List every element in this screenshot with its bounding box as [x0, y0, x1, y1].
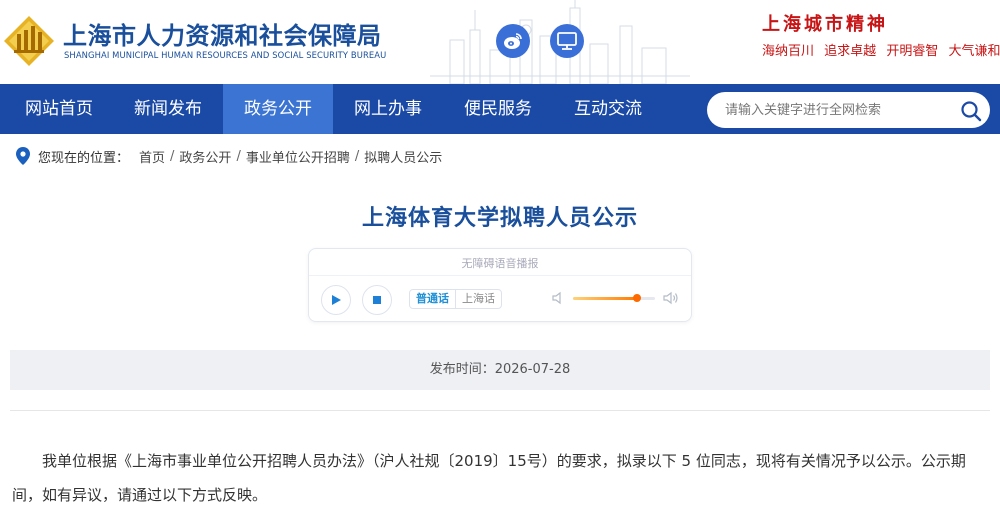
volume-high-icon — [663, 291, 678, 305]
play-icon — [332, 295, 341, 305]
nav-home[interactable]: 网站首页 — [0, 84, 118, 134]
search-icon[interactable] — [960, 100, 982, 122]
article-paragraph: 我单位根据《上海市事业单位公开招聘人员办法》（沪人社规〔2019〕15号）的要求… — [12, 452, 966, 504]
breadcrumb: 您现在的位置： 首页 / 政务公开 / 事业单位公开招聘 / 拟聘人员公示 — [16, 146, 442, 166]
breadcrumb-government-affairs[interactable]: 政务公开 — [179, 147, 231, 166]
nav-citizen-services[interactable]: 便民服务 — [443, 84, 553, 134]
spirit-word: 大气谦和 — [948, 44, 1000, 59]
weibo-icon[interactable] — [496, 24, 530, 58]
lang-mandarin-button[interactable]: 普通话 — [410, 290, 455, 308]
search-input[interactable] — [725, 100, 945, 120]
article-title: 上海体育大学拟聘人员公示 — [361, 206, 638, 231]
article-body: 我单位根据《上海市事业单位公开招聘人员办法》（沪人社规〔2019〕15号）的要求… — [12, 444, 990, 508]
lang-shanghainese-button[interactable]: 上海话 — [455, 290, 501, 308]
nav-online-services[interactable]: 网上办事 — [333, 84, 443, 134]
computer-icon[interactable] — [550, 24, 584, 58]
publish-info-bar: 发布时间：2026-07-28 — [10, 350, 990, 390]
breadcrumb-label: 您现在的位置： — [38, 150, 130, 166]
breadcrumb-separator: / — [354, 148, 360, 164]
stop-icon — [373, 296, 381, 304]
bureau-logo — [4, 16, 54, 66]
breadcrumb-current[interactable]: 拟聘人员公示 — [364, 147, 442, 166]
volume-slider[interactable] — [573, 294, 655, 302]
publish-label: 发布时间： — [429, 362, 495, 377]
volume-handle[interactable] — [632, 294, 641, 302]
site-title: 上海市人力资源和社会保障局 — [63, 22, 382, 50]
nav-news[interactable]: 新闻发布 — [113, 84, 223, 134]
audio-player: 无障碍语音播报 普通话 上海话 — [308, 248, 692, 322]
breadcrumb-home[interactable]: 首页 — [139, 147, 165, 166]
volume-fill — [573, 297, 637, 300]
volume-low-icon — [552, 291, 561, 305]
spirit-word: 开明睿智 — [886, 44, 939, 59]
search-box — [707, 92, 990, 128]
stop-button[interactable] — [362, 285, 392, 315]
breadcrumb-separator: / — [170, 148, 175, 164]
spirit-word: 海纳百川 — [762, 44, 815, 59]
city-spirit-words: 海纳百川 追求卓越 开明睿智 大气谦和 — [762, 40, 1000, 59]
language-toggle: 普通话 上海话 — [409, 289, 502, 309]
spirit-word: 追求卓越 — [824, 44, 877, 59]
publish-date: 2026-07-28 — [494, 362, 571, 377]
player-caption: 无障碍语音播报 — [461, 257, 539, 270]
nav-government-affairs[interactable]: 政务公开 — [223, 84, 333, 134]
breadcrumb-recruitment[interactable]: 事业单位公开招聘 — [246, 147, 350, 166]
city-spirit-title: 上海城市精神 — [762, 14, 888, 35]
location-pin-icon — [16, 147, 30, 165]
site-header: 上海市人力资源和社会保障局 SHANGHAI MUNICIPAL HUMAN R… — [0, 0, 1000, 84]
content-divider — [10, 410, 990, 411]
breadcrumb-separator: / — [236, 148, 241, 164]
site-title-english: SHANGHAI MUNICIPAL HUMAN RESOURCES AND S… — [64, 50, 387, 60]
player-divider — [309, 275, 691, 276]
nav-interaction[interactable]: 互动交流 — [553, 84, 663, 134]
play-button[interactable] — [321, 285, 351, 315]
